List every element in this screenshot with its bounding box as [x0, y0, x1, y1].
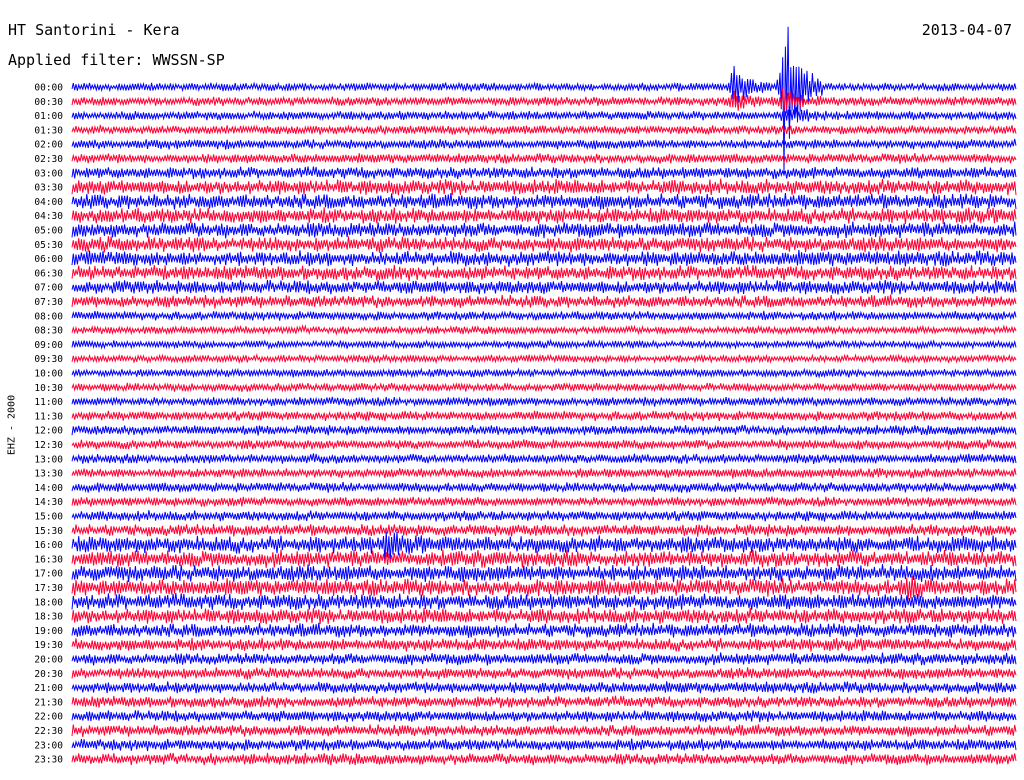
time-tick-label: 21:00: [34, 683, 63, 694]
trace-1900: [71, 622, 1017, 638]
time-tick-label: 19:00: [34, 626, 63, 637]
trace-0300: [71, 166, 1017, 180]
time-tick-label: 00:00: [34, 83, 63, 94]
time-tick-label: 12:00: [34, 426, 63, 437]
trace-0530: [71, 236, 1017, 253]
trace-0500: [71, 221, 1017, 239]
trace-1630: [71, 549, 1017, 568]
trace-1100: [71, 395, 1017, 408]
time-tick-label: 04:00: [34, 197, 63, 208]
trace-1130: [71, 410, 1017, 422]
trace-1300: [71, 453, 1017, 464]
time-tick-label: 16:00: [34, 540, 63, 551]
trace-0330: [71, 178, 1017, 196]
time-tick-label: 20:30: [34, 669, 63, 680]
time-tick-label: 10:00: [34, 369, 63, 380]
trace-0430: [71, 207, 1017, 225]
trace-1230: [71, 439, 1017, 451]
trace-1400: [71, 481, 1017, 494]
trace-0230: [71, 153, 1017, 165]
time-tick-label: 17:30: [34, 583, 63, 594]
trace-1500: [71, 510, 1017, 522]
time-tick-label: 03:30: [34, 183, 63, 194]
time-tick-label: 07:30: [34, 297, 63, 308]
time-tick-label: 00:30: [34, 97, 63, 108]
trace-0930: [71, 353, 1017, 365]
time-tick-label: 21:30: [34, 697, 63, 708]
time-tick-label: 06:00: [34, 254, 63, 265]
time-tick-label: 10:30: [34, 383, 63, 394]
trace-1000: [71, 367, 1017, 379]
time-tick-label: 14:00: [34, 483, 63, 494]
trace-1200: [71, 424, 1017, 436]
trace-2330: [71, 752, 1017, 766]
time-tick-label: 06:30: [34, 268, 63, 279]
time-tick-label: 11:30: [34, 411, 63, 422]
time-tick-label: 07:00: [34, 283, 63, 294]
trace-0830: [71, 324, 1017, 336]
time-tick-label: 19:30: [34, 640, 63, 651]
time-tick-label: 22:30: [34, 726, 63, 737]
time-tick-label: 18:00: [34, 597, 63, 608]
trace-0600: [71, 250, 1017, 267]
time-tick-label: 13:00: [34, 454, 63, 465]
trace-0200: [71, 138, 1017, 150]
time-tick-label: 22:00: [34, 712, 63, 723]
time-tick-label: 15:00: [34, 512, 63, 523]
time-tick-label: 08:00: [34, 311, 63, 322]
trace-2030: [71, 667, 1017, 680]
trace-1700: [71, 564, 1017, 583]
trace-0030: [71, 88, 1017, 112]
time-tick-label: 05:00: [34, 226, 63, 237]
trace-0100: [71, 107, 1017, 125]
trace-2230: [71, 724, 1017, 737]
trace-2300: [71, 738, 1017, 752]
time-tick-label: 23:00: [34, 740, 63, 751]
time-tick-label: 23:30: [34, 755, 63, 766]
time-tick-label: 09:30: [34, 354, 63, 365]
trace-0700: [71, 279, 1017, 295]
trace-1830: [71, 607, 1017, 625]
time-tick-label: 01:30: [34, 125, 63, 136]
trace-0400: [71, 192, 1017, 210]
time-tick-label: 03:00: [34, 168, 63, 179]
time-tick-label: 16:30: [34, 554, 63, 565]
time-tick-label: 01:00: [34, 111, 63, 122]
trace-2200: [71, 710, 1017, 723]
time-tick-label: 09:00: [34, 340, 63, 351]
trace-1030: [71, 382, 1017, 393]
trace-0800: [71, 310, 1017, 322]
time-tick-label: 20:00: [34, 655, 63, 666]
trace-2130: [71, 695, 1017, 709]
trace-1430: [71, 496, 1017, 508]
time-tick-label: 17:00: [34, 569, 63, 580]
time-tick-label: 02:00: [34, 140, 63, 151]
trace-1800: [71, 592, 1017, 611]
time-tick-label: 14:30: [34, 497, 63, 508]
time-tick-label: 18:30: [34, 612, 63, 623]
trace-1530: [71, 523, 1017, 537]
time-tick-label: 15:30: [34, 526, 63, 537]
trace-1930: [71, 637, 1017, 652]
trace-0730: [71, 294, 1017, 309]
trace-0900: [71, 338, 1017, 351]
time-tick-label: 04:30: [34, 211, 63, 222]
trace-2100: [71, 681, 1017, 694]
time-tick-label: 11:00: [34, 397, 63, 408]
trace-2000: [71, 652, 1017, 666]
time-tick-label: 02:30: [34, 154, 63, 165]
time-tick-label: 13:30: [34, 469, 63, 480]
seismogram-page: HT Santorini - Kera Applied filter: WWSS…: [0, 0, 1024, 780]
time-tick-label: 12:30: [34, 440, 63, 451]
trace-1330: [71, 467, 1017, 479]
seismogram-chart: 00:00 00:30 01:00 01:30 02:00 02:30 03:00 03:30…: [34, 26, 1017, 766]
trace-0130: [71, 124, 1017, 136]
time-tick-label: 08:30: [34, 326, 63, 337]
time-tick-label: 05:30: [34, 240, 63, 251]
trace-1730: [71, 575, 1017, 600]
trace-0630: [71, 264, 1017, 282]
